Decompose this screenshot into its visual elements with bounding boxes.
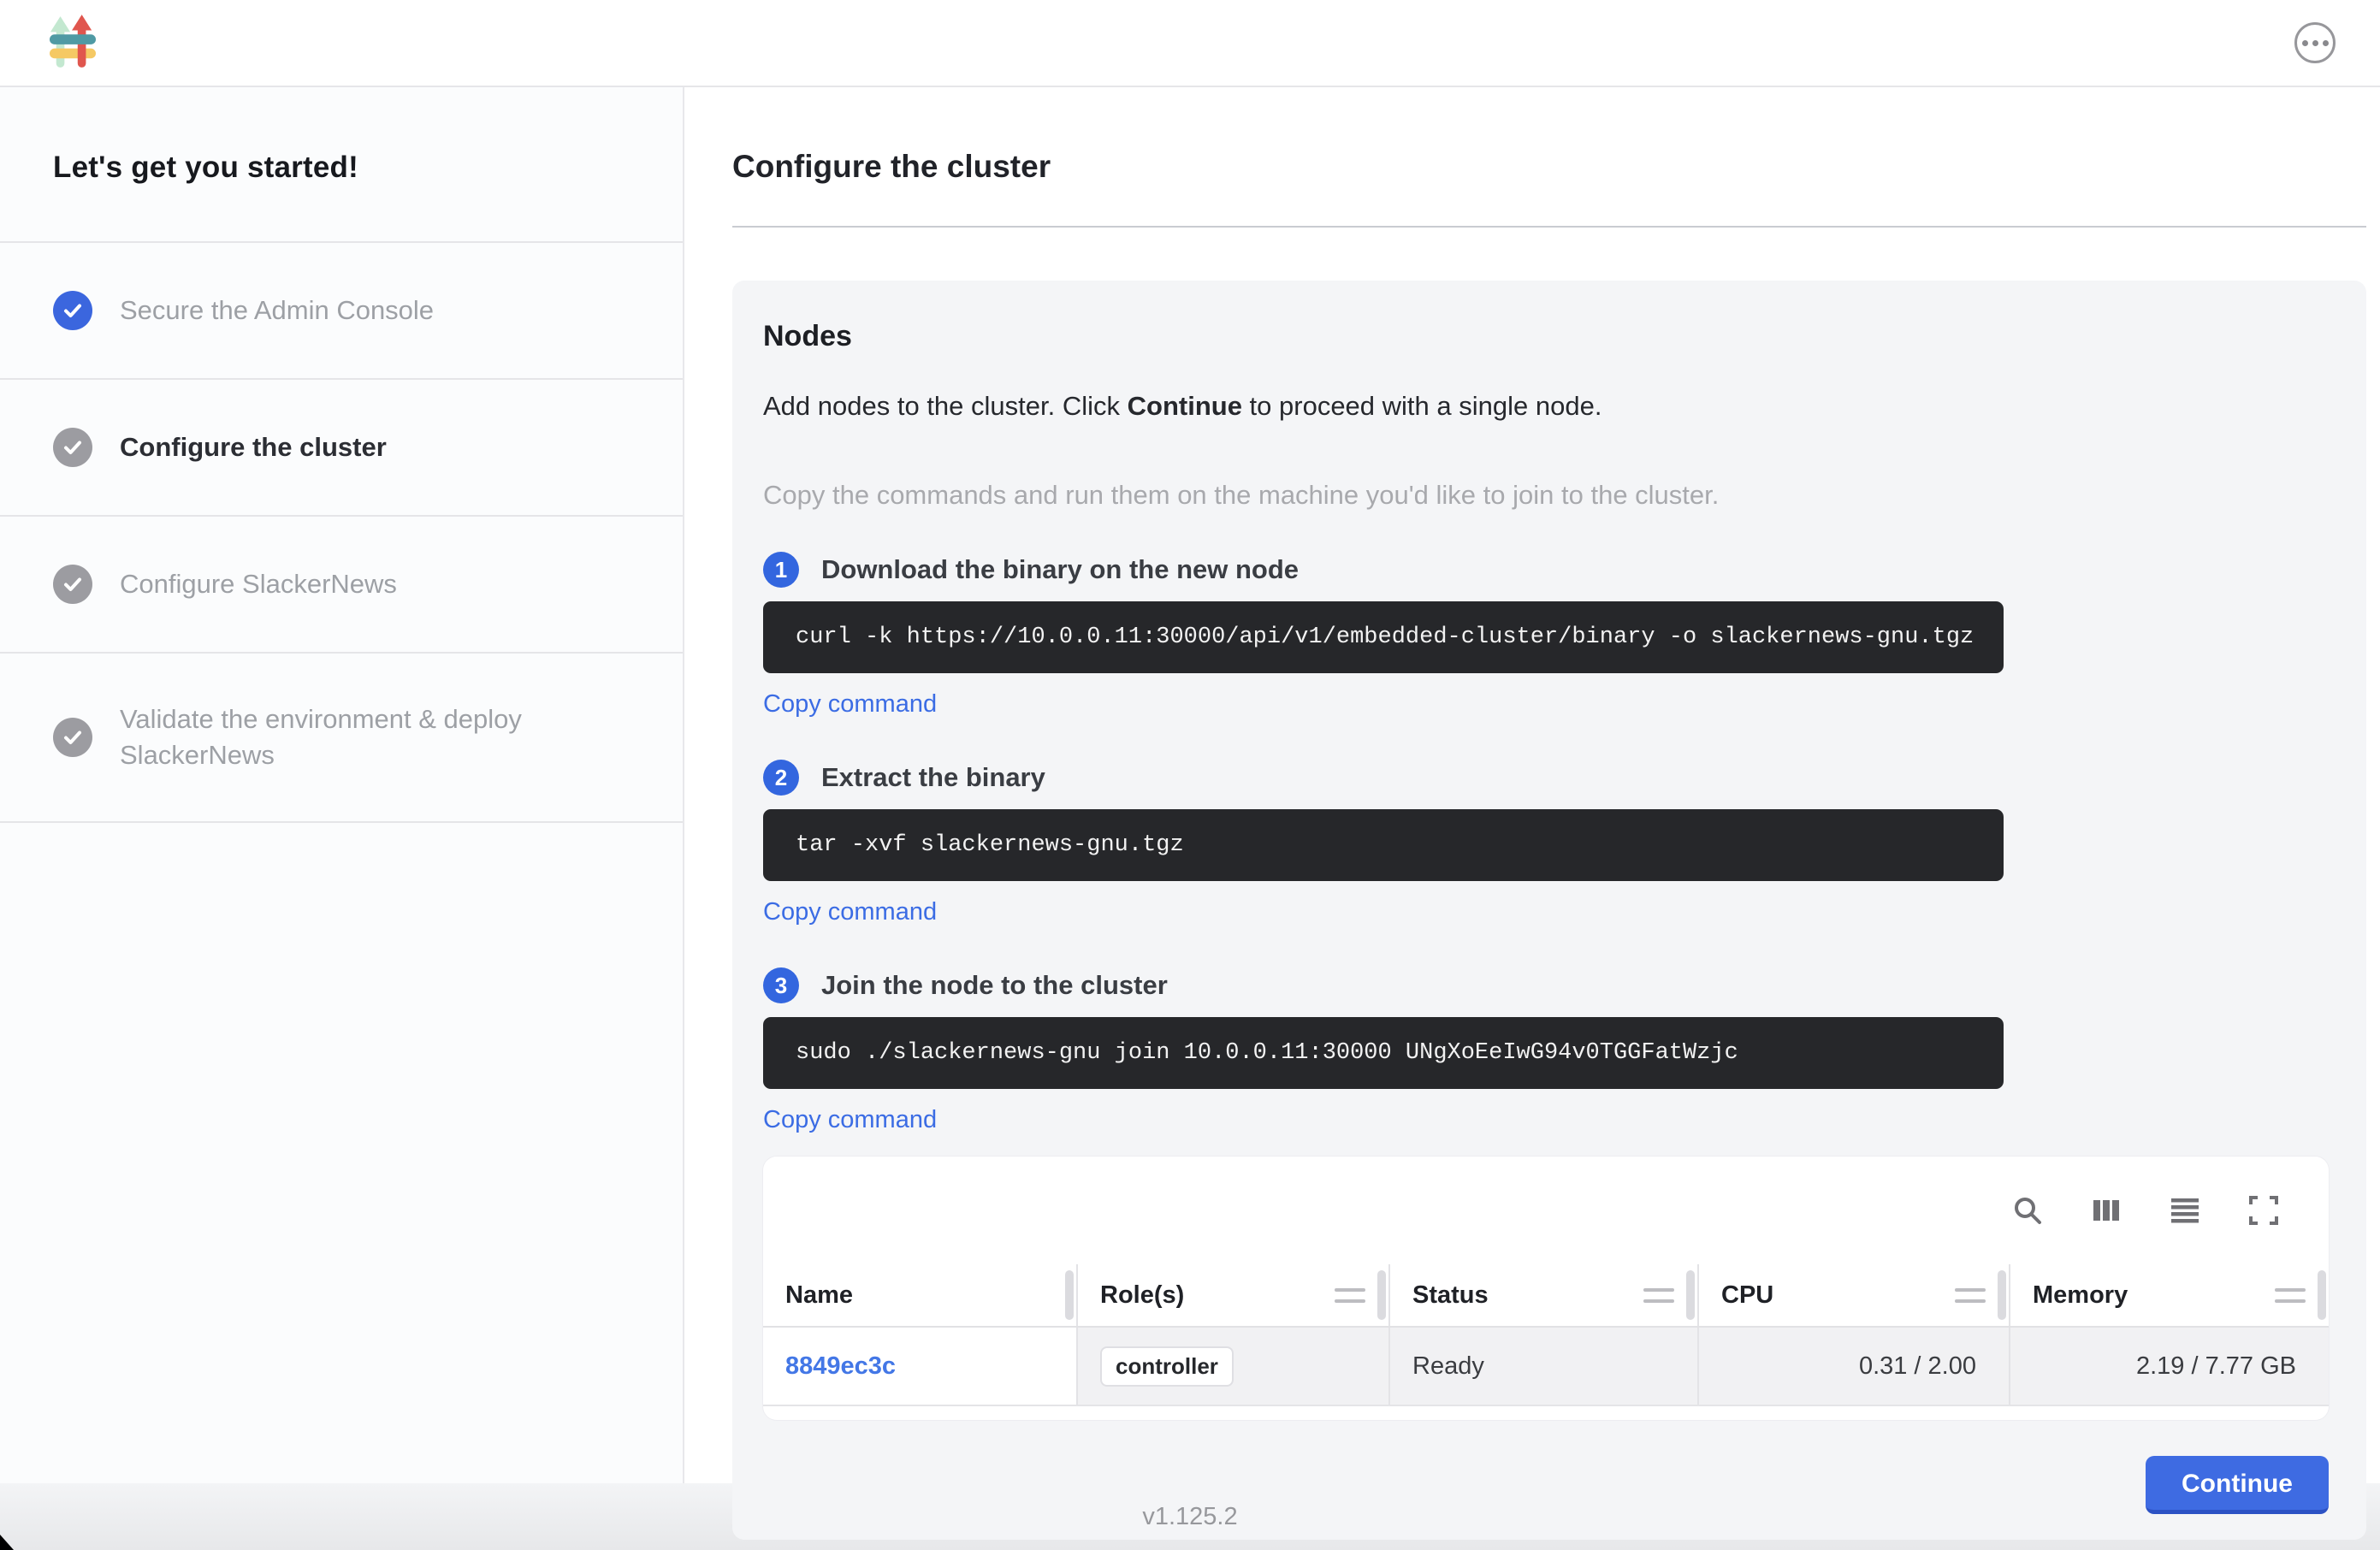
column-menu-icon[interactable]: [2275, 1288, 2306, 1303]
version-label: v1.125.2: [1142, 1503, 1237, 1531]
check-circle-icon: [53, 718, 92, 757]
continue-button[interactable]: Continue: [2146, 1456, 2329, 1514]
step-number-badge: 1: [763, 552, 799, 588]
sidebar-step-configure-slackernews[interactable]: Configure SlackerNews: [0, 515, 683, 652]
slackernews-logo-icon: [50, 15, 96, 72]
sidebar-step-label: Secure the Admin Console: [120, 293, 434, 328]
sidebar-step-validate-deploy[interactable]: Validate the environment & deploy Slacke…: [0, 652, 683, 821]
ellipsis-icon: [2302, 40, 2329, 46]
node-table-row: 8849ec3c controller Ready 0.31 / 2.00 2.…: [763, 1328, 2329, 1406]
step-title: Join the node to the cluster: [821, 970, 1168, 1001]
join-step-1: 1 Download the binary on the new node: [763, 552, 2329, 588]
fullscreen-icon[interactable]: [2247, 1193, 2281, 1228]
continue-row: Continue: [763, 1456, 2329, 1514]
join-step-3: 3 Join the node to the cluster: [763, 967, 2329, 1003]
setup-sidebar: Let's get you started! Secure the Admin …: [0, 87, 684, 1483]
nodes-table-panel: Name Role(s) Status CPU: [763, 1157, 2329, 1420]
view-columns-icon[interactable]: [2089, 1193, 2123, 1228]
column-separator[interactable]: [1686, 1270, 1695, 1320]
column-header-name[interactable]: Name: [763, 1264, 1076, 1326]
sidebar-step-label: Configure the cluster: [120, 429, 387, 465]
topbar: [0, 0, 2380, 87]
sidebar-step-label: Validate the environment & deploy Slacke…: [120, 701, 582, 773]
table-header-row: Name Role(s) Status CPU: [763, 1264, 2329, 1328]
sidebar-heading: Let's get you started!: [0, 87, 683, 185]
command-code-block: sudo ./slackernews-gnu join 10.0.0.11:30…: [763, 1017, 2004, 1089]
node-status-cell: Ready: [1388, 1328, 1697, 1405]
search-icon[interactable]: [2010, 1193, 2045, 1228]
title-divider: [732, 226, 2366, 228]
join-step-2: 2 Extract the binary: [763, 760, 2329, 796]
copy-command-link[interactable]: Copy command: [763, 690, 937, 719]
table-toolbar: [763, 1157, 2329, 1264]
column-menu-icon[interactable]: [1335, 1288, 1365, 1303]
nodes-intro: Add nodes to the cluster. Click Continue…: [763, 391, 2329, 422]
sidebar-step-secure-admin-console[interactable]: Secure the Admin Console: [0, 241, 683, 378]
nodes-card: Nodes Add nodes to the cluster. Click Co…: [732, 281, 2366, 1540]
column-menu-icon[interactable]: [1643, 1288, 1674, 1303]
mouse-cursor: [0, 1535, 14, 1550]
column-separator[interactable]: [1377, 1270, 1386, 1320]
step-title: Extract the binary: [821, 762, 1045, 793]
setup-steps-list: Secure the Admin Console Configure the c…: [0, 241, 683, 823]
page-title: Configure the cluster: [732, 149, 2366, 185]
column-header-memory[interactable]: Memory: [2009, 1264, 2329, 1326]
column-separator[interactable]: [1998, 1270, 2006, 1320]
command-code-block: curl -k https://10.0.0.11:30000/api/v1/e…: [763, 601, 2004, 673]
check-circle-icon: [53, 291, 92, 330]
main-content: Configure the cluster Nodes Add nodes to…: [684, 87, 2380, 1483]
role-badge: controller: [1100, 1346, 1234, 1387]
column-separator[interactable]: [2318, 1270, 2326, 1320]
column-separator[interactable]: [1065, 1270, 1074, 1320]
overflow-menu-button[interactable]: [2294, 22, 2336, 63]
step-number-badge: 2: [763, 760, 799, 796]
node-name-cell: 8849ec3c: [763, 1328, 1076, 1405]
copy-command-link[interactable]: Copy command: [763, 898, 937, 926]
check-circle-icon: [53, 428, 92, 467]
copy-command-link[interactable]: Copy command: [763, 1106, 937, 1134]
column-header-status[interactable]: Status: [1388, 1264, 1697, 1326]
node-name-link[interactable]: 8849ec3c: [785, 1352, 896, 1381]
node-roles-cell: controller: [1076, 1328, 1388, 1405]
node-memory-cell: 2.19 / 7.77 GB: [2009, 1328, 2329, 1405]
nodes-heading: Nodes: [763, 320, 2329, 353]
step-title: Download the binary on the new node: [821, 554, 1299, 585]
command-code-block: tar -xvf slackernews-gnu.tgz: [763, 809, 2004, 881]
sidebar-step-label: Configure SlackerNews: [120, 566, 397, 602]
column-header-roles[interactable]: Role(s): [1076, 1264, 1388, 1326]
column-menu-icon[interactable]: [1955, 1288, 1986, 1303]
step-number-badge: 3: [763, 967, 799, 1003]
check-circle-icon: [53, 565, 92, 604]
join-hint: Copy the commands and run them on the ma…: [763, 480, 2329, 511]
density-icon[interactable]: [2168, 1193, 2202, 1228]
sidebar-step-configure-cluster[interactable]: Configure the cluster: [0, 378, 683, 515]
column-header-cpu[interactable]: CPU: [1697, 1264, 2009, 1326]
content-shell: Let's get you started! Secure the Admin …: [0, 87, 2380, 1483]
node-cpu-cell: 0.31 / 2.00: [1697, 1328, 2009, 1405]
